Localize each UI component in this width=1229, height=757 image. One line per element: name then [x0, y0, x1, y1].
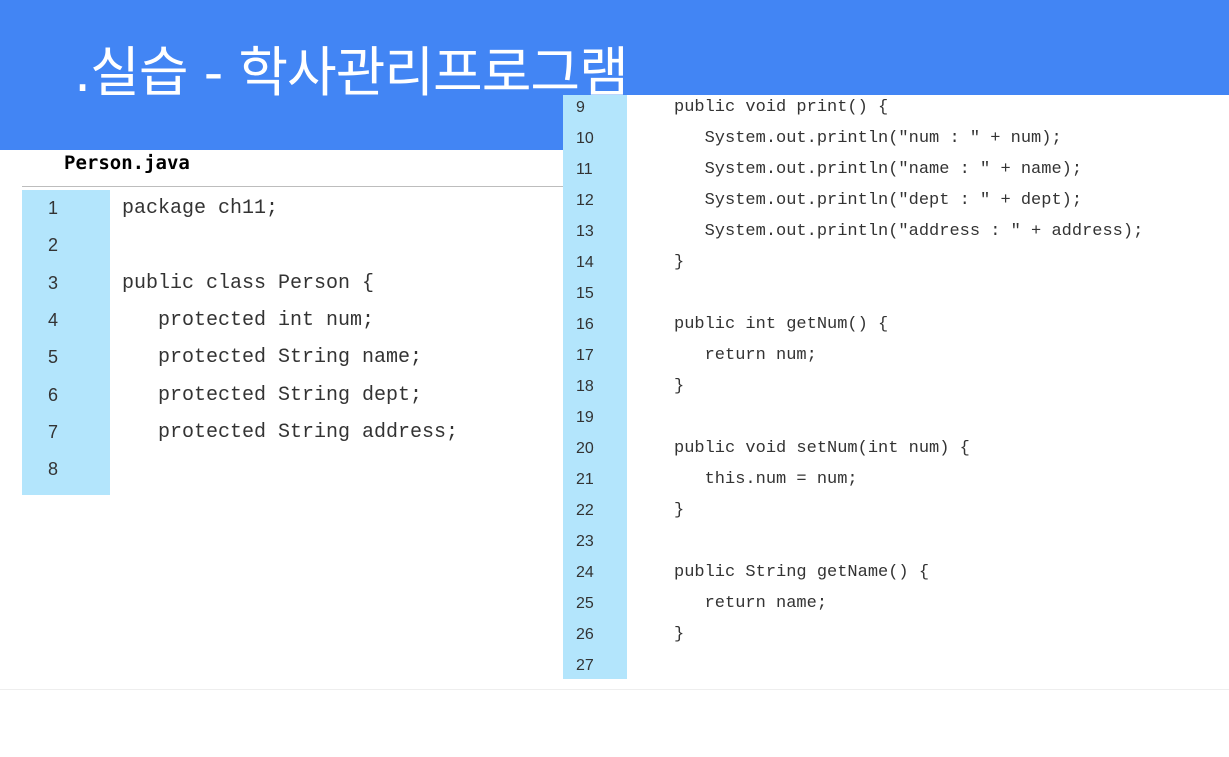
- code-text: public int getNum() {: [674, 315, 889, 334]
- code-line: 5 protected String name;: [22, 339, 422, 376]
- line-number: 2: [48, 235, 59, 255]
- code-line: 21 this.num = num;: [563, 467, 858, 498]
- code-text: protected String address;: [122, 421, 459, 444]
- line-number: 6: [48, 385, 59, 405]
- code-line: 4 protected int num;: [22, 302, 374, 339]
- line-number: 3: [48, 273, 59, 293]
- line-number: 16: [576, 316, 594, 333]
- code-text: }: [674, 253, 685, 272]
- code-line: 9 public void print() {: [563, 95, 888, 126]
- slide-title: .실습 - 학사관리프로그램: [74, 41, 629, 104]
- line-number: 7: [48, 422, 59, 442]
- code-text: }: [674, 625, 685, 644]
- code-text: this.num = num;: [674, 470, 858, 489]
- line-number: 5: [48, 347, 59, 367]
- line-number: 9: [576, 99, 585, 116]
- code-text: System.out.println("name : " + name);: [674, 160, 1083, 179]
- line-number: 12: [576, 192, 594, 209]
- code-line: 7 protected String address;: [22, 414, 458, 451]
- code-line: 11 System.out.println("name : " + name);: [563, 157, 1082, 188]
- code-text: }: [674, 377, 685, 396]
- bottom-divider: [0, 689, 1229, 690]
- code-text: public String getName() {: [674, 563, 930, 582]
- file-name-label: Person.java: [64, 152, 190, 174]
- line-number: 20: [576, 440, 594, 457]
- code-text: public void setNum(int num) {: [674, 439, 970, 458]
- line-number: 21: [576, 471, 594, 488]
- line-number: 26: [576, 626, 594, 643]
- code-line: 13 System.out.println("address : " + add…: [563, 219, 1143, 250]
- line-number: 8: [48, 459, 59, 479]
- code-line: 19: [563, 405, 604, 436]
- line-number: 23: [576, 533, 594, 550]
- code-line: 12 System.out.println("dept : " + dept);: [563, 188, 1082, 219]
- code-line: 27: [563, 653, 604, 684]
- code-line: 23: [563, 529, 604, 560]
- line-number: 13: [576, 223, 594, 240]
- code-line: 8: [22, 451, 70, 488]
- code-text: return name;: [674, 594, 828, 613]
- code-line: 2: [22, 227, 70, 264]
- code-text: System.out.println("dept : " + dept);: [674, 191, 1083, 210]
- line-number: 24: [576, 564, 594, 581]
- code-line: 17 return num;: [563, 343, 817, 374]
- code-line: 25 return name;: [563, 591, 827, 622]
- code-line: 22 }: [563, 498, 684, 529]
- line-number: 14: [576, 254, 594, 271]
- code-text: public class Person {: [122, 272, 375, 295]
- code-line: 14 }: [563, 250, 684, 281]
- line-number: 18: [576, 378, 594, 395]
- code-text: return num;: [674, 346, 817, 365]
- code-text: protected int num;: [122, 309, 375, 332]
- line-number: 4: [48, 310, 59, 330]
- code-text: System.out.println("num : " + num);: [674, 129, 1062, 148]
- line-number: 22: [576, 502, 594, 519]
- line-number: 11: [576, 161, 593, 178]
- code-block-right: 9 public void print() { 10 System.out.pr…: [563, 95, 1229, 679]
- code-line: 20 public void setNum(int num) {: [563, 436, 970, 467]
- code-text: protected String dept;: [122, 384, 423, 407]
- line-number: 1: [48, 198, 59, 218]
- line-number: 27: [576, 657, 594, 674]
- code-line: 1 package ch11;: [22, 190, 278, 227]
- code-text: public void print() {: [674, 98, 889, 117]
- code-line: 16 public int getNum() {: [563, 312, 888, 343]
- code-line: 3 public class Person {: [22, 265, 374, 302]
- code-line: 10 System.out.println("num : " + num);: [563, 126, 1062, 157]
- code-line: 24 public String getName() {: [563, 560, 929, 591]
- code-line: 15: [563, 281, 604, 312]
- code-text: package ch11;: [122, 197, 279, 220]
- code-text: }: [674, 501, 685, 520]
- line-number: 19: [576, 409, 594, 426]
- code-line: 18 }: [563, 374, 684, 405]
- line-number: 25: [576, 595, 594, 612]
- line-number: 15: [576, 285, 594, 302]
- file-name-divider: [22, 186, 563, 187]
- code-block-left: 1 package ch11; 2 3 public class Person …: [22, 190, 563, 495]
- line-number: 10: [576, 130, 594, 147]
- line-number: 17: [576, 347, 594, 364]
- code-line: 26 }: [563, 622, 684, 653]
- code-text: protected String name;: [122, 346, 423, 369]
- code-line: 6 protected String dept;: [22, 377, 422, 414]
- code-text: System.out.println("address : " + addres…: [674, 222, 1144, 241]
